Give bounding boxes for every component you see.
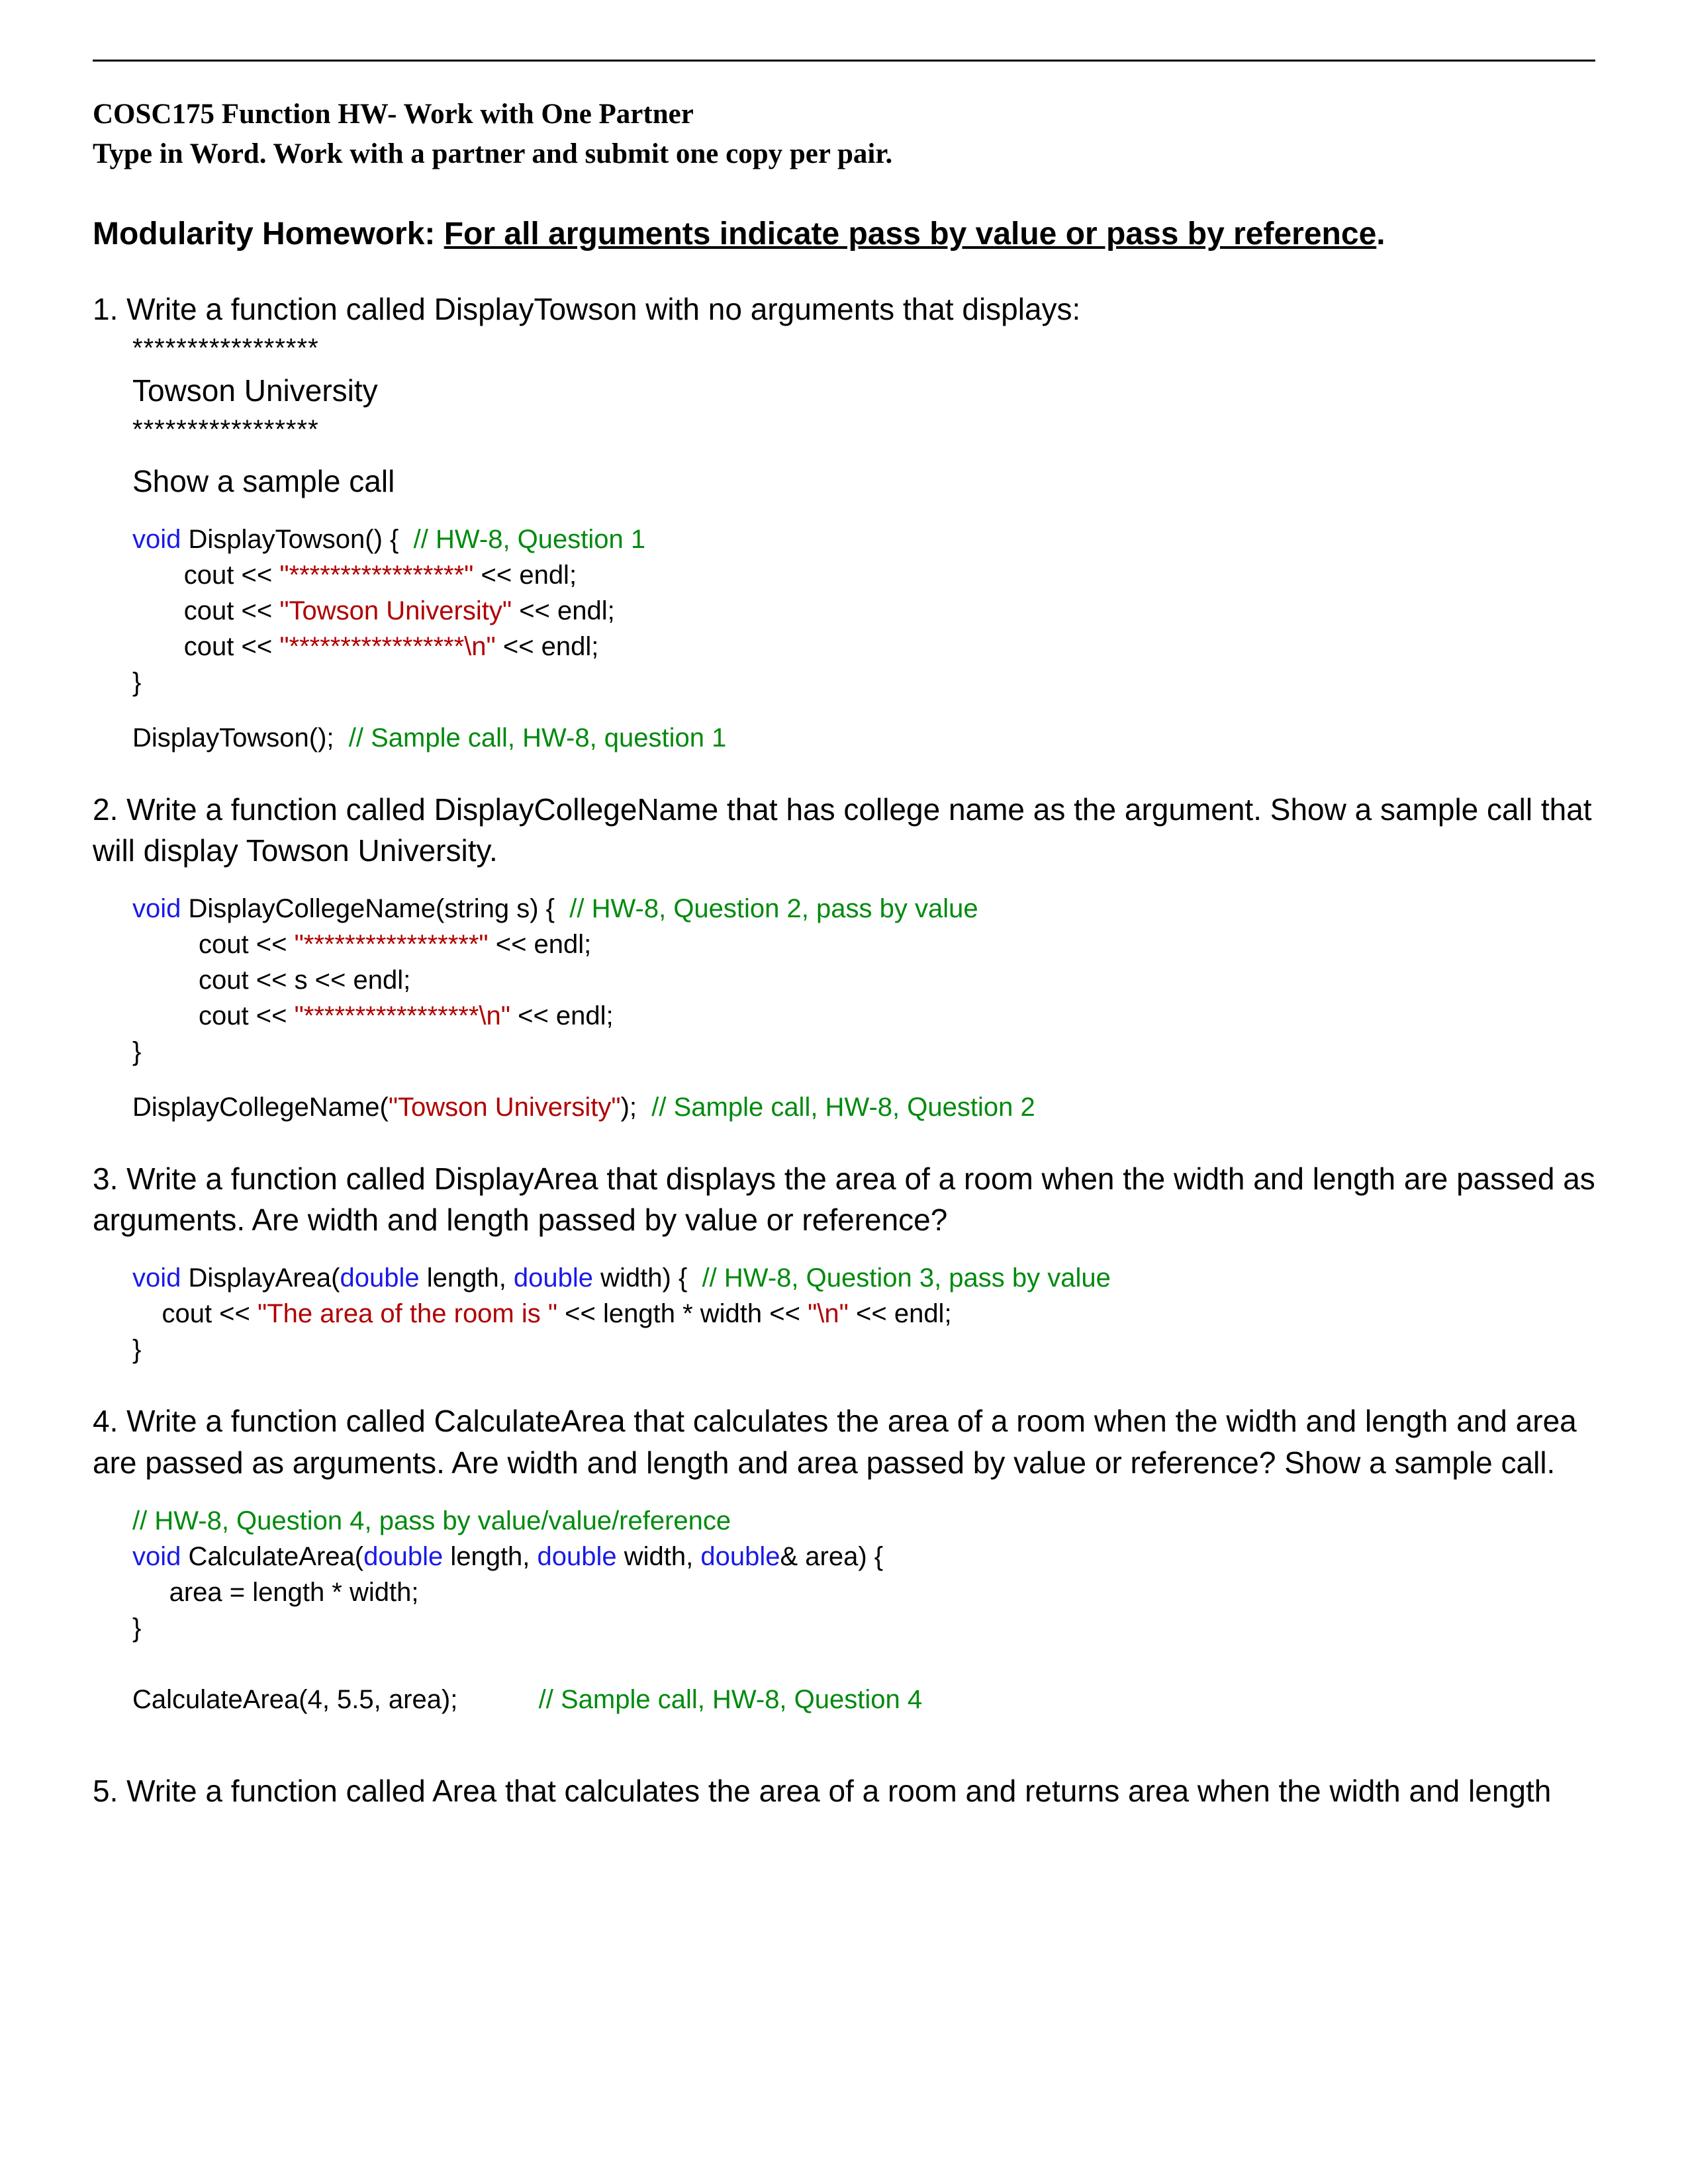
question-2: 2. Write a function called DisplayColleg… [93, 789, 1595, 1125]
keyword-void: void [132, 894, 181, 923]
q4-sig-c: width, [617, 1542, 701, 1571]
q4-call-comment: // Sample call, HW-8, Question 4 [539, 1685, 923, 1714]
q3-sig-b: length, [420, 1263, 514, 1293]
q1-line1-string: "*****************" [279, 561, 473, 590]
q1-call: DisplayTowson(); // Sample call, HW-8, q… [93, 720, 1595, 756]
question-5: 5. Write a function called Area that cal… [93, 1770, 1595, 1811]
q1-sig-comment: // HW-8, Question 1 [414, 525, 646, 554]
q1-line2b: << endl; [512, 596, 615, 625]
q3-line1-string: "The area of the room is " [258, 1299, 557, 1328]
q2-line1a: cout << [132, 930, 295, 959]
keyword-double: double [700, 1542, 780, 1571]
keyword-double: double [538, 1542, 617, 1571]
q4-body: area = length * width; [132, 1578, 418, 1607]
q2-line3-string: "*****************\n" [295, 1001, 510, 1030]
q1-line2-string: "Towson University" [279, 596, 512, 625]
keyword-double: double [340, 1263, 419, 1293]
q3-close: } [132, 1335, 141, 1364]
q5-prompt: 5. Write a function called Area that cal… [93, 1770, 1595, 1811]
q2-call-a: DisplayCollegeName( [132, 1093, 389, 1122]
q3-line1c: << endl; [849, 1299, 952, 1328]
q4-comment-line: // HW-8, Question 4, pass by value/value… [132, 1506, 731, 1535]
keyword-void: void [132, 1263, 181, 1293]
q1-line2a: cout << [132, 596, 279, 625]
course-header-line-1: COSC175 Function HW- Work with One Partn… [93, 95, 1595, 134]
q2-prompt: 2. Write a function called DisplayColleg… [93, 789, 1595, 830]
keyword-void: void [132, 525, 181, 554]
q3-line1-newline: "\n" [808, 1299, 849, 1328]
keyword-double: double [363, 1542, 443, 1571]
q4-code: // HW-8, Question 4, pass by value/value… [93, 1503, 1595, 1717]
q2-sig-rest: DisplayCollegeName(string s) { [181, 894, 569, 923]
q3-sig-comment: // HW-8, Question 3, pass by value [702, 1263, 1111, 1293]
q4-sig-b: length, [443, 1542, 537, 1571]
q2-call-b: ); [621, 1093, 652, 1122]
q2-call: DisplayCollegeName("Towson University");… [93, 1089, 1595, 1125]
q3-line1b: << length * width << [557, 1299, 808, 1328]
q4-sig-d: & area) { [780, 1542, 884, 1571]
q1-call-comment: // Sample call, HW-8, question 1 [349, 723, 727, 752]
q1-show-sample: Show a sample call [93, 461, 1595, 502]
question-4: 4. Write a function called CalculateArea… [93, 1400, 1595, 1717]
q3-prompt: 3. Write a function called DisplayArea t… [93, 1158, 1595, 1199]
heading-prefix: Modularity Homework: [93, 216, 444, 251]
modularity-heading: Modularity Homework: For all arguments i… [93, 214, 1595, 255]
q2-code: void DisplayCollegeName(string s) { // H… [93, 891, 1595, 1069]
keyword-void: void [132, 1542, 181, 1571]
question-1: 1. Write a function called DisplayTowson… [93, 289, 1595, 756]
q2-line2: cout << s << endl; [132, 966, 410, 995]
q1-line1a: cout << [132, 561, 279, 590]
q1-call-text: DisplayTowson(); [132, 723, 349, 752]
q4-prompt-2: are passed as arguments. Are width and l… [93, 1442, 1595, 1483]
q3-line1a: cout << [132, 1299, 258, 1328]
course-header-line-2: Type in Word. Work with a partner and su… [93, 134, 1595, 174]
q1-close: } [132, 668, 141, 697]
q2-line3a: cout << [132, 1001, 295, 1030]
question-3: 3. Write a function called DisplayArea t… [93, 1158, 1595, 1367]
q2-call-comment: // Sample call, HW-8, Question 2 [651, 1093, 1035, 1122]
q1-stars-bottom: ***************** [93, 415, 1595, 445]
q2-sig-comment: // HW-8, Question 2, pass by value [569, 894, 978, 923]
q3-sig-a: DisplayArea( [181, 1263, 340, 1293]
keyword-double: double [514, 1263, 593, 1293]
q1-code: void DisplayTowson() { // HW-8, Question… [93, 522, 1595, 700]
q2-line3b: << endl; [510, 1001, 614, 1030]
q4-call: CalculateArea(4, 5.5, area); [132, 1685, 539, 1714]
heading-underlined: For all arguments indicate pass by value… [444, 216, 1377, 251]
q2-call-string: "Towson University" [389, 1093, 621, 1122]
q3-prompt-2: arguments. Are width and length passed b… [93, 1199, 1595, 1240]
q2-line1b: << endl; [489, 930, 592, 959]
q2-prompt-2: will display Towson University. [93, 830, 1595, 871]
q3-code: void DisplayArea(double length, double w… [93, 1260, 1595, 1367]
q1-line3-string: "*****************\n" [279, 632, 495, 661]
q1-line3a: cout << [132, 632, 279, 661]
q1-sig-rest: DisplayTowson() { [181, 525, 413, 554]
q4-prompt: 4. Write a function called CalculateArea… [93, 1400, 1595, 1441]
q1-line1b: << endl; [473, 561, 577, 590]
q1-line3b: << endl; [496, 632, 599, 661]
q4-sig-a: CalculateArea( [181, 1542, 363, 1571]
heading-period: . [1376, 216, 1385, 251]
q1-towson-text: Towson University [93, 370, 1595, 411]
q1-stars-top: ***************** [93, 334, 1595, 363]
q1-prompt: 1. Write a function called DisplayTowson… [93, 289, 1595, 330]
q2-close: } [132, 1037, 141, 1066]
q3-sig-c: width) { [593, 1263, 702, 1293]
q4-close: } [132, 1614, 141, 1643]
q2-line1-string: "*****************" [295, 930, 489, 959]
top-horizontal-rule [93, 60, 1595, 62]
